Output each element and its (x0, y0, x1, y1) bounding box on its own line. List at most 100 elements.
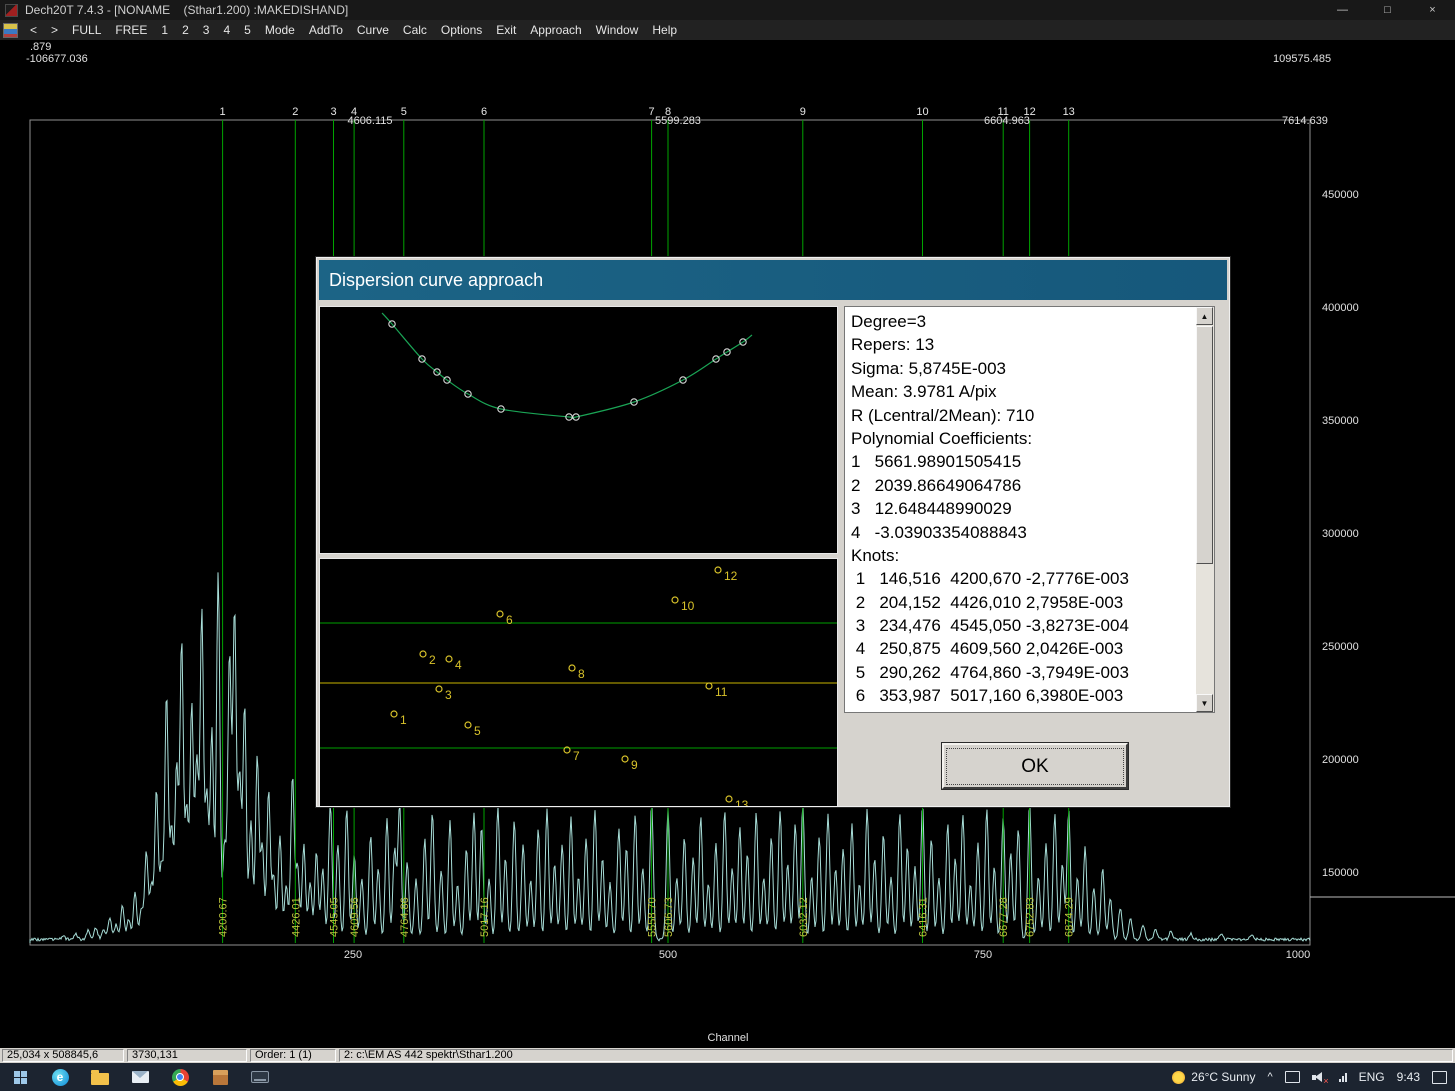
maximize-button[interactable]: □ (1365, 0, 1410, 20)
app-icon (5, 4, 18, 17)
menu-item-full[interactable]: FULL (65, 23, 108, 37)
residual-point-11 (706, 683, 712, 689)
reper-number-1: 1 (220, 106, 226, 118)
x-axis-tick: 1000 (1286, 949, 1310, 961)
cursor-readout-x: .879 (30, 41, 51, 53)
fit-info-line: 6 353,987 5017,160 6,3980E-003 (851, 684, 1196, 707)
residual-point-13 (726, 796, 732, 802)
language-indicator[interactable]: ENG (1359, 1070, 1385, 1084)
scroll-up-icon[interactable]: ▲ (1196, 307, 1213, 325)
mute-x-icon: × (1323, 1077, 1328, 1086)
menu-item-help[interactable]: Help (645, 23, 684, 37)
reper-number-5: 5 (401, 106, 407, 118)
dispersion-curve (382, 313, 752, 418)
reper-wavelength-label: 6677.28 (998, 897, 1010, 937)
menu-item-calc[interactable]: Calc (396, 23, 434, 37)
status-bar: 25,034 x 508845,6 3730,131 Order: 1 (1) … (0, 1048, 1455, 1063)
ok-button[interactable]: OK (942, 743, 1128, 789)
taskbar-item-explorer[interactable] (80, 1063, 120, 1091)
reper-number-10: 10 (916, 106, 928, 118)
fit-info-line: 1 146,516 4200,670 -2,7776E-003 (851, 567, 1196, 590)
tray-expand-icon[interactable]: ^ (1267, 1071, 1272, 1083)
weather-text: 26°C Sunny (1191, 1070, 1255, 1084)
fit-info-line: Degree=3 (851, 310, 1196, 333)
menu-item-prev[interactable]: < (23, 23, 44, 37)
menu-item-3[interactable]: 3 (196, 23, 217, 37)
wavelength-scale-label: 5599.283 (655, 115, 701, 127)
menu-item-mode[interactable]: Mode (258, 23, 302, 37)
residual-point-label: 4 (455, 658, 462, 672)
fit-info-line: R (Lcentral/2Mean): 710 (851, 404, 1196, 427)
residual-point-4 (446, 656, 452, 662)
menu-item-4[interactable]: 4 (216, 23, 237, 37)
residual-point-label: 11 (715, 685, 728, 699)
dialog-title: Dispersion curve approach (329, 270, 543, 290)
taskbar-clock[interactable]: 9:43 (1397, 1070, 1420, 1084)
residual-point-label: 12 (724, 569, 738, 583)
fit-info-line: 2 2039.86649064786 (851, 474, 1196, 497)
menu-item-free[interactable]: FREE (108, 23, 154, 37)
close-button[interactable]: × (1410, 0, 1455, 20)
menu-item-1[interactable]: 1 (154, 23, 175, 37)
menu-item-next[interactable]: > (44, 23, 65, 37)
residual-point-label: 3 (445, 688, 452, 702)
window-title: Dech20T 7.4.3 - [NONAME (Sthar1.200) :MA… (25, 3, 348, 17)
menu-item-options[interactable]: Options (434, 23, 489, 37)
menu-item-curve[interactable]: Curve (350, 23, 396, 37)
taskbar-item-edge[interactable]: e (40, 1063, 80, 1091)
fit-results-panel: Degree=3Repers: 13Sigma: 5,8745E-003Mean… (844, 306, 1196, 713)
fit-info-line: 2 204,152 4426,010 2,7958E-003 (851, 591, 1196, 614)
display-tray-icon[interactable] (1285, 1071, 1300, 1083)
status-cursor-coords: 25,034 x 508845,6 (2, 1049, 124, 1062)
taskbar: e 26°C Sunny ^ × ENG 9:43 (0, 1063, 1455, 1091)
ok-button-label: OK (946, 748, 1124, 785)
folder-icon (91, 1073, 109, 1085)
minimize-button[interactable]: — (1320, 0, 1365, 20)
volume-muted-icon[interactable]: × (1312, 1072, 1327, 1083)
reper-wavelength-label: 6752.83 (1025, 897, 1037, 937)
network-icon[interactable] (1339, 1072, 1347, 1082)
dialog-title-bar[interactable]: Dispersion curve approach (319, 260, 1227, 300)
action-center-icon[interactable] (1432, 1071, 1447, 1084)
x-axis-title: Channel (708, 1032, 749, 1044)
window-controls: — □ × (1320, 0, 1455, 20)
fit-info-line: 3 234,476 4545,050 -3,8273E-004 (851, 614, 1196, 637)
menu-item-2[interactable]: 2 (175, 23, 196, 37)
taskbar-item-app1[interactable] (200, 1063, 240, 1091)
windows-logo-icon (14, 1071, 27, 1084)
info-scrollbar[interactable]: ▲ ▼ (1196, 306, 1215, 713)
fit-info-line: 3 12.648448990029 (851, 497, 1196, 520)
reper-wavelength-label: 5558.70 (647, 897, 659, 937)
dispersion-dialog: Dispersion curve approach 12345678910111… (316, 257, 1230, 807)
residual-point-label: 10 (681, 599, 695, 613)
menu-item-exit[interactable]: Exit (489, 23, 523, 37)
menu-item-window[interactable]: Window (589, 23, 646, 37)
y-axis-tick: 400000 (1322, 302, 1359, 314)
residual-point-label: 9 (631, 758, 638, 772)
scrollbar-thumb[interactable] (1196, 326, 1213, 564)
start-button[interactable] (0, 1063, 40, 1091)
package-icon (213, 1070, 228, 1085)
fit-info-line: Repers: 13 (851, 333, 1196, 356)
reper-number-2: 2 (292, 106, 298, 118)
residual-point-label: 2 (429, 653, 436, 667)
y-axis-tick: 200000 (1322, 754, 1359, 766)
system-tray: 26°C Sunny ^ × ENG 9:43 (1172, 1070, 1455, 1084)
taskbar-item-app2[interactable] (240, 1063, 280, 1091)
scroll-down-icon[interactable]: ▼ (1196, 694, 1213, 712)
weather-widget[interactable]: 26°C Sunny (1172, 1070, 1255, 1084)
menu-item-approach[interactable]: Approach (523, 23, 588, 37)
residual-point-2 (420, 651, 426, 657)
taskbar-item-chrome[interactable] (160, 1063, 200, 1091)
document-icon (3, 23, 18, 38)
reper-number-9: 9 (800, 106, 806, 118)
sun-icon (1172, 1071, 1185, 1084)
wavelength-scale-label: 6604.963 (984, 115, 1030, 127)
cursor-readout-right: 109575.485 (1273, 53, 1331, 65)
menu-item-addto[interactable]: AddTo (302, 23, 350, 37)
taskbar-item-mail[interactable] (120, 1063, 160, 1091)
menu-item-5[interactable]: 5 (237, 23, 258, 37)
y-axis-tick: 250000 (1322, 641, 1359, 653)
chrome-icon (172, 1069, 189, 1086)
status-file-path: 2: c:\EM AS 442 spektr\Sthar1.200 (339, 1049, 1453, 1062)
